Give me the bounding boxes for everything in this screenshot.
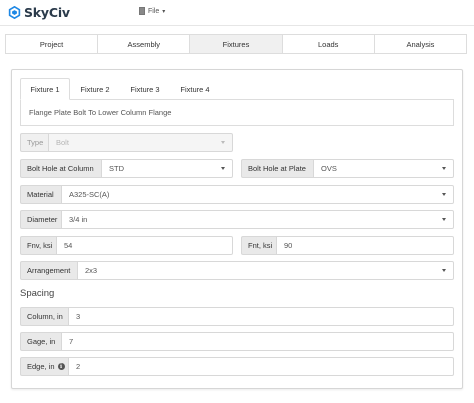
tab-fixture-3[interactable]: Fixture 3	[120, 78, 170, 100]
caret-down-icon	[442, 193, 446, 196]
material-label: Material	[20, 185, 61, 204]
bolt-hole-column-select[interactable]: STD	[101, 159, 233, 178]
fixture-description-input[interactable]: Flange Plate Bolt To Lower Column Flange	[20, 99, 454, 126]
column-spacing-value: 3	[76, 312, 81, 321]
material-row: Material A325-SC(A)	[20, 185, 454, 204]
file-menu-label: File	[148, 7, 160, 15]
arrangement-select[interactable]: 2x3	[77, 261, 454, 280]
column-spacing-input[interactable]: 3	[68, 307, 454, 326]
material-select[interactable]: A325-SC(A)	[61, 185, 454, 204]
spacing-heading: Spacing	[20, 288, 55, 299]
tab-loads[interactable]: Loads	[283, 35, 375, 53]
type-select: Bolt	[48, 133, 233, 152]
diameter-row: Diameter 3/4 in	[20, 210, 454, 229]
fnt-input[interactable]: 90	[276, 236, 454, 255]
chevron-down-icon: ▾	[162, 8, 166, 15]
arrangement-label: Arrangement	[20, 261, 77, 280]
fnv-row: Fnv, ksi 54	[20, 236, 233, 255]
type-label: Type	[20, 133, 48, 152]
edge-input[interactable]: 2	[68, 357, 454, 376]
tab-fixture-2[interactable]: Fixture 2	[70, 78, 120, 100]
edge-label: Edge, in i	[20, 357, 68, 376]
diameter-label: Diameter	[20, 210, 61, 229]
tab-fixture-1[interactable]: Fixture 1	[20, 78, 70, 100]
bolt-hole-plate-value: OVS	[321, 164, 337, 173]
file-menu[interactable]: File ▾	[139, 7, 165, 15]
caret-down-icon	[442, 167, 446, 170]
main-tab-bar: Project Assembly Fixtures Loads Analysis	[5, 34, 467, 54]
info-icon[interactable]: i	[57, 363, 65, 370]
bolt-hole-plate-label: Bolt Hole at Plate	[241, 159, 313, 178]
fixture-tab-bar: Fixture 1 Fixture 2 Fixture 3 Fixture 4	[20, 78, 220, 100]
tab-project[interactable]: Project	[6, 35, 99, 53]
arrangement-value: 2x3	[85, 266, 98, 275]
fnt-row: Fnt, ksi 90	[241, 236, 454, 255]
column-spacing-label: Column, in	[20, 307, 68, 326]
bolt-hole-plate-select[interactable]: OVS	[313, 159, 454, 178]
tab-assembly[interactable]: Assembly	[98, 35, 191, 53]
gage-row: Gage, in 7	[20, 332, 454, 351]
edge-row: Edge, in i 2	[20, 357, 454, 376]
fnt-label: Fnt, ksi	[241, 236, 276, 255]
bolt-hole-column-row: Bolt Hole at Column STD	[20, 159, 233, 178]
type-row: Type Bolt	[20, 133, 233, 152]
column-spacing-row: Column, in 3	[20, 307, 454, 326]
tab-analysis[interactable]: Analysis	[375, 35, 466, 53]
gage-input[interactable]: 7	[61, 332, 454, 351]
document-icon	[139, 7, 145, 15]
type-value: Bolt	[56, 138, 69, 147]
caret-down-icon	[221, 167, 225, 170]
app-name: SkyCiv	[24, 4, 70, 20]
caret-down-icon	[442, 269, 446, 272]
fnt-value: 90	[284, 241, 293, 250]
tab-fixtures[interactable]: Fixtures	[190, 35, 283, 53]
fixture-panel: Fixture 1 Fixture 2 Fixture 3 Fixture 4 …	[11, 69, 463, 389]
caret-down-icon	[442, 218, 446, 221]
edge-label-text: Edge, in	[27, 362, 55, 371]
fnv-label: Fnv, ksi	[20, 236, 56, 255]
gage-label: Gage, in	[20, 332, 61, 351]
diameter-value: 3/4 in	[69, 215, 88, 224]
fnv-value: 54	[64, 241, 73, 250]
caret-down-icon	[221, 141, 225, 144]
bolt-hole-column-value: STD	[109, 164, 124, 173]
arrangement-row: Arrangement 2x3	[20, 261, 454, 280]
edge-value: 2	[76, 362, 81, 371]
bolt-hole-column-label: Bolt Hole at Column	[20, 159, 101, 178]
material-value: A325-SC(A)	[69, 190, 110, 199]
gage-value: 7	[69, 337, 74, 346]
skyciv-logo-icon	[8, 5, 21, 19]
bolt-hole-plate-row: Bolt Hole at Plate OVS	[241, 159, 454, 178]
diameter-select[interactable]: 3/4 in	[61, 210, 454, 229]
skyciv-logo[interactable]: SkyCiv	[8, 4, 70, 20]
top-bar: SkyCiv File ▾	[0, 0, 474, 26]
tab-fixture-4[interactable]: Fixture 4	[170, 78, 220, 100]
fnv-input[interactable]: 54	[56, 236, 233, 255]
